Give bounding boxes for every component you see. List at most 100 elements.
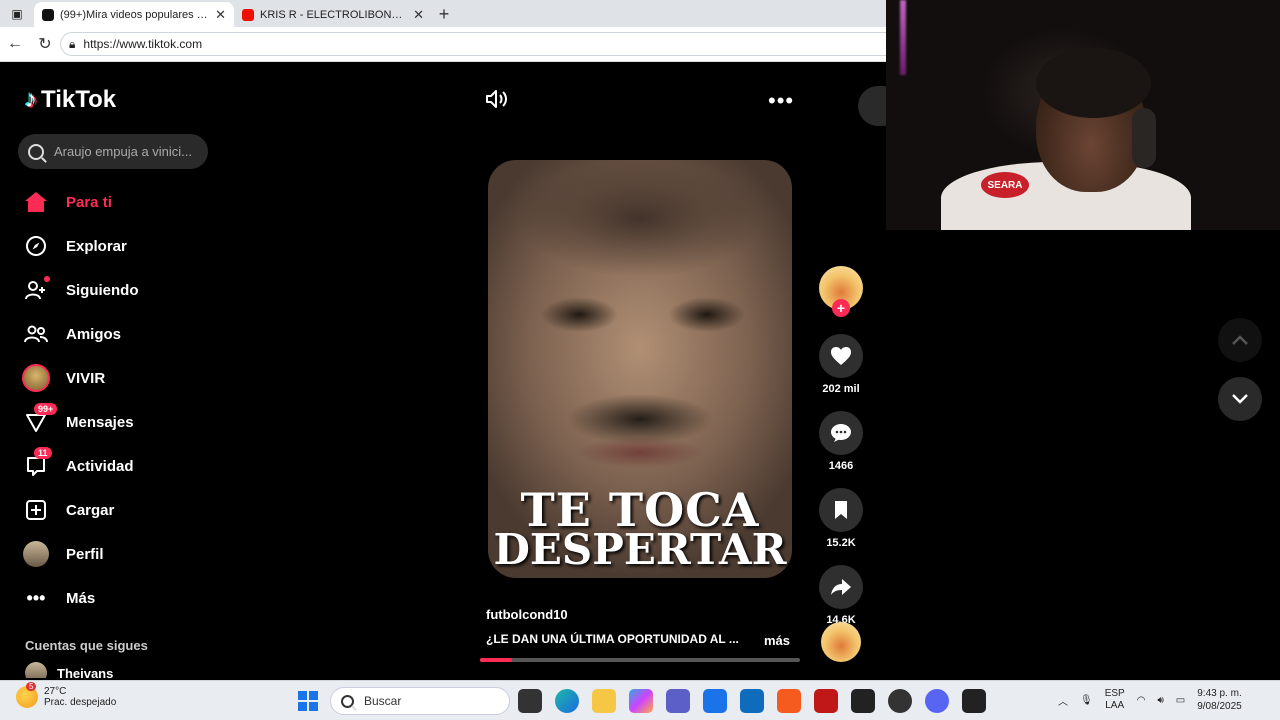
- save-count: 15.2K: [826, 537, 856, 549]
- sidebar-item-label: Siguiendo: [66, 281, 139, 299]
- next-video-button[interactable]: [1218, 377, 1262, 421]
- clock-date: 9/08/2025: [1197, 701, 1242, 712]
- like-count: 202 mil: [822, 383, 860, 395]
- url-field[interactable]: 🔒︎ https://www.tiktok.com: [60, 32, 886, 56]
- wifi-icon[interactable]: ◠: [1137, 695, 1146, 706]
- activity-badge: 11: [34, 447, 52, 459]
- logo-text: TikTok: [41, 86, 117, 113]
- video-player[interactable]: TE TOCA DESPERTAR: [488, 160, 792, 578]
- brave-icon[interactable]: [777, 689, 801, 713]
- tab-tiktok[interactable]: (99+)Mira videos populares selec ✕: [34, 2, 234, 27]
- youtube-favicon-icon: [242, 8, 254, 21]
- comment-button[interactable]: [819, 411, 863, 455]
- clock[interactable]: 9:43 p. m. 9/08/2025: [1197, 687, 1242, 713]
- close-tab-icon[interactable]: ✕: [413, 7, 424, 23]
- store-icon[interactable]: [703, 689, 727, 713]
- task-view-icon[interactable]: [518, 689, 542, 713]
- video-progress-bar[interactable]: [480, 658, 800, 662]
- volume-icon[interactable]: [486, 90, 508, 108]
- sidebar-item-label: Actividad: [66, 457, 134, 475]
- tiktok-logo[interactable]: ♪ TikTok: [25, 86, 116, 114]
- discord-icon[interactable]: [925, 689, 949, 713]
- file-explorer-icon[interactable]: [592, 689, 616, 713]
- see-more-button[interactable]: más: [764, 633, 790, 648]
- live-avatar-icon: [22, 364, 50, 392]
- tab-youtube[interactable]: KRIS R - ELECTROLIBONBON ✕: [234, 2, 432, 27]
- video-author[interactable]: futbolcond10: [486, 607, 568, 622]
- microphone-icon[interactable]: 🎙︎: [1080, 695, 1093, 706]
- copilot-icon[interactable]: [629, 689, 653, 713]
- search-input[interactable]: [54, 144, 194, 159]
- url-text: https://www.tiktok.com: [83, 37, 203, 51]
- chevron-up-icon[interactable]: ︿: [1058, 693, 1068, 708]
- following-icon: [22, 276, 50, 304]
- tiktok-favicon-icon: [42, 8, 54, 21]
- tab-title: (99+)Mira videos populares selec: [60, 8, 210, 21]
- sidebar-item-amigos[interactable]: Amigos: [22, 312, 222, 356]
- video-progress-fill: [480, 658, 512, 662]
- sidebar-item-mensajes[interactable]: 99+ Mensajes: [22, 400, 222, 444]
- close-tab-icon[interactable]: ✕: [215, 7, 226, 23]
- tiktok-page: ♪ TikTok Para ti Explorar Siguiendo: [4, 62, 886, 678]
- sidebar-item-label: Amigos: [66, 325, 122, 343]
- search-icon: [28, 143, 44, 160]
- sidebar-item-cargar[interactable]: Cargar: [22, 488, 222, 532]
- language-indicator[interactable]: ESP LAA: [1105, 688, 1125, 712]
- windows-taskbar: 5 27°C Prac. despejado Buscar ︿ 🎙︎ ESP L…: [0, 680, 1280, 720]
- sidebar-item-actividad[interactable]: 11 Actividad: [22, 444, 222, 488]
- taskbar-apps: [518, 689, 986, 713]
- epic-games-icon[interactable]: [962, 689, 986, 713]
- language-code: ESP: [1104, 688, 1125, 699]
- music-disc-icon[interactable]: [821, 622, 861, 662]
- outlook-icon[interactable]: [740, 689, 764, 713]
- tiktok-note-icon: ♪: [25, 86, 37, 113]
- address-bar: ← ↻ 🔒︎ https://www.tiktok.com: [0, 27, 886, 62]
- sidebar-toggle-icon[interactable]: ▣: [0, 0, 34, 27]
- back-button[interactable]: ←: [0, 29, 30, 59]
- search-box[interactable]: [18, 134, 208, 169]
- teams-icon[interactable]: [666, 689, 690, 713]
- video-description: ¿LE DAN UNA ÚLTIMA OPORTUNIDAD AL ...: [486, 632, 739, 646]
- sidebar-item-mas[interactable]: ••• Más: [22, 576, 222, 620]
- windows-start-icon[interactable]: [298, 691, 318, 711]
- sidebar-item-explorar[interactable]: Explorar: [22, 224, 222, 268]
- taskbar-search[interactable]: Buscar: [330, 687, 510, 715]
- person-hair: [1036, 48, 1151, 118]
- follow-plus-icon[interactable]: +: [832, 299, 850, 317]
- tab-title: KRIS R - ELECTROLIBONBON: [260, 8, 408, 21]
- more-options-icon[interactable]: •••: [768, 88, 794, 114]
- volume-icon[interactable]: 🔊︎: [1157, 695, 1163, 706]
- share-button[interactable]: [819, 565, 863, 609]
- chevron-up-icon: [1232, 335, 1248, 345]
- lock-icon: 🔒︎: [69, 36, 76, 51]
- sidebar-item-siguiendo[interactable]: Siguiendo: [22, 268, 222, 312]
- sidebar-item-label: Mensajes: [66, 413, 134, 431]
- led-light-strip: [900, 0, 906, 75]
- sidebar-nav: Para ti Explorar Siguiendo Amigos VIVIR: [22, 180, 222, 620]
- heart-icon: [831, 347, 851, 365]
- sidebar-item-perfil[interactable]: Perfil: [22, 532, 222, 576]
- save-button[interactable]: [819, 488, 863, 532]
- obs-icon[interactable]: [888, 689, 912, 713]
- friends-icon: [22, 320, 50, 348]
- weather-description: Prac. despejado: [44, 697, 117, 708]
- sidebar-item-para-ti[interactable]: Para ti: [22, 180, 222, 224]
- get-app-button[interactable]: [858, 86, 886, 126]
- app-icon[interactable]: [851, 689, 875, 713]
- comment-count: 1466: [828, 460, 854, 472]
- reload-button[interactable]: ↻: [30, 29, 60, 59]
- browser-tab-bar: ▣ (99+)Mira videos populares selec ✕ KRI…: [0, 0, 886, 27]
- mcafee-icon[interactable]: [814, 689, 838, 713]
- battery-icon[interactable]: ▭: [1176, 695, 1185, 706]
- following-account-item[interactable]: Theivans: [25, 662, 113, 678]
- sidebar-item-vivir[interactable]: VIVIR: [22, 356, 222, 400]
- webcam-overlay: SEARA: [886, 0, 1280, 230]
- weather-widget[interactable]: 5 27°C Prac. despejado: [16, 682, 117, 708]
- language-layout: LAA: [1105, 700, 1125, 711]
- edge-icon[interactable]: [555, 689, 579, 713]
- creator-avatar[interactable]: +: [819, 266, 863, 317]
- new-tab-button[interactable]: +: [432, 2, 456, 27]
- like-button[interactable]: [819, 334, 863, 378]
- sidebar-item-label: Perfil: [66, 545, 104, 563]
- previous-video-button[interactable]: [1218, 318, 1262, 362]
